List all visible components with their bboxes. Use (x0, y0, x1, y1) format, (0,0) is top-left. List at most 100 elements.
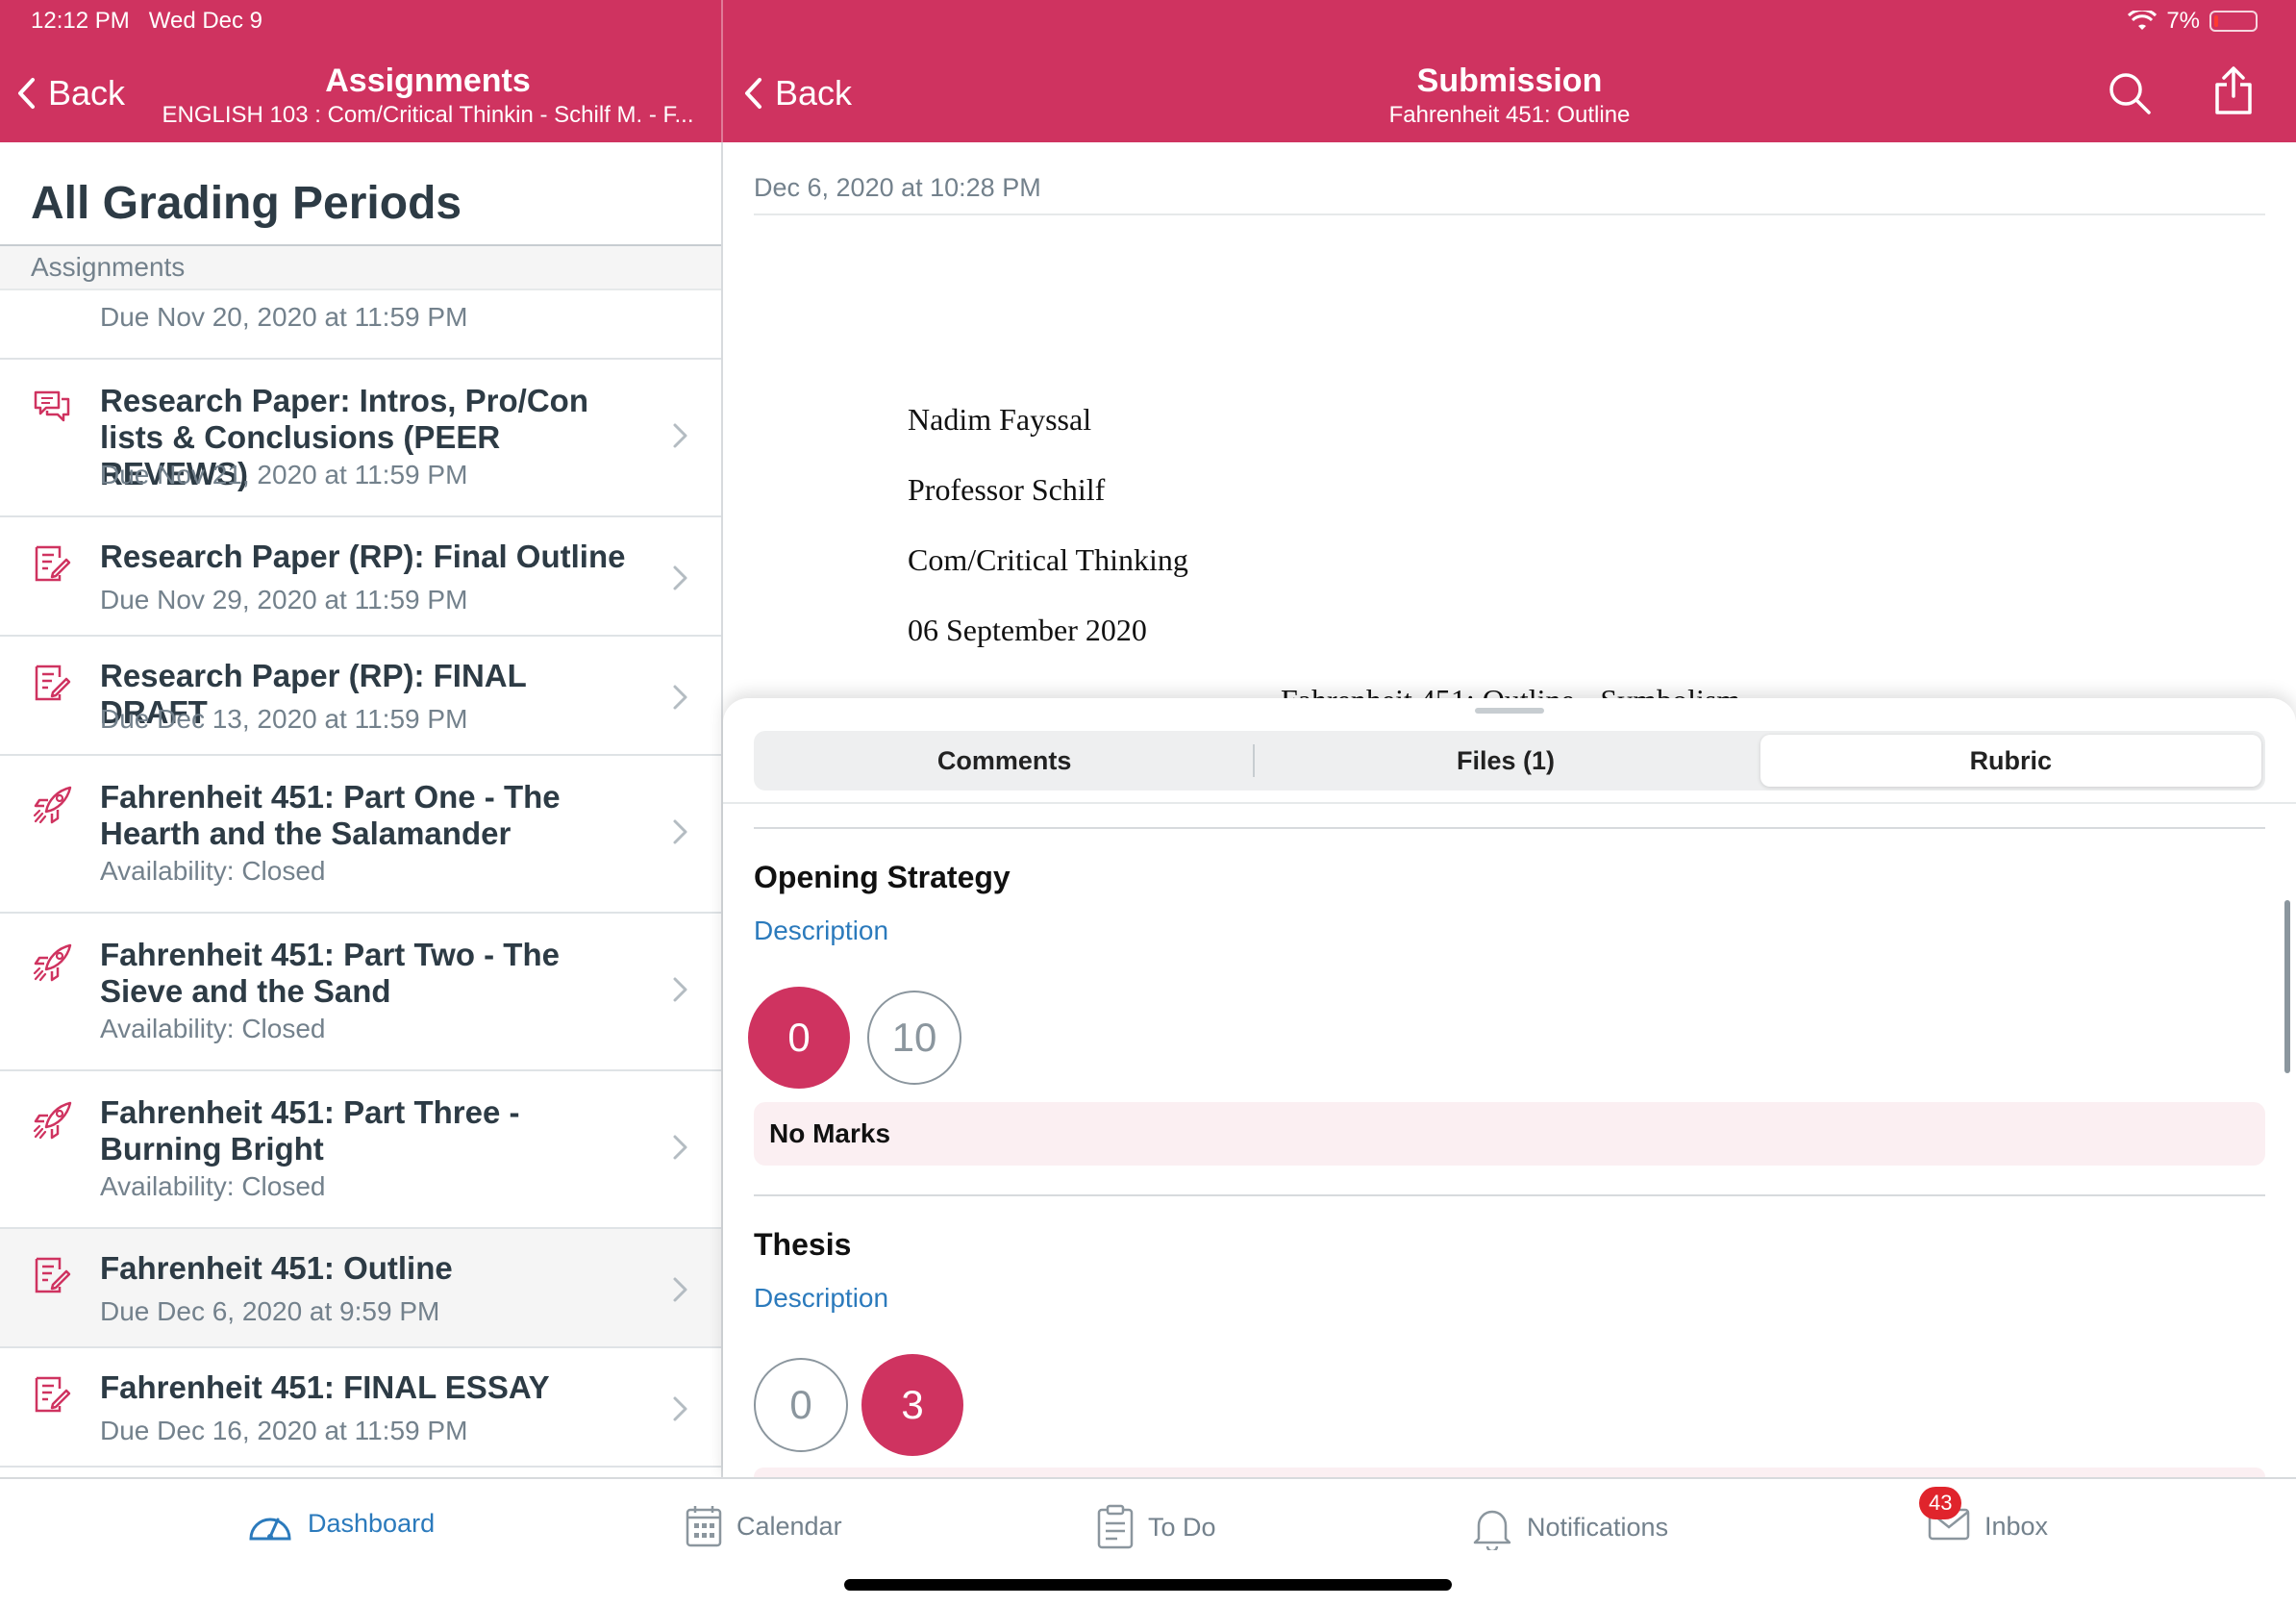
row-subtitle: Due Dec 13, 2020 at 11:59 PM (100, 704, 468, 734)
rating-10[interactable]: 10 (867, 991, 961, 1085)
home-indicator[interactable] (844, 1579, 1452, 1591)
tab-label: Inbox (1984, 1512, 2049, 1541)
chevron-right-icon (671, 564, 690, 592)
chevron-right-icon (671, 1133, 690, 1162)
tab-label: Dashboard (308, 1508, 436, 1538)
tab-todo[interactable]: To Do (1096, 1504, 1216, 1550)
unread-badge: 43 (1919, 1487, 1962, 1519)
bell-icon (1473, 1510, 1511, 1550)
submission-nav-title: Submission Fahrenheit 451: Outline (1221, 62, 1798, 131)
drawer-divider (723, 802, 2296, 804)
row-subtitle: Due Nov 20, 2020 at 11:59 PM (100, 302, 468, 332)
left-nav-title: Assignments ENGLISH 103 : Com/Critical T… (144, 62, 711, 131)
assignment-icon (33, 1256, 71, 1294)
quiz-rocket-icon (33, 1100, 72, 1140)
row-subtitle: Availability: Closed (100, 856, 326, 886)
rating-0[interactable]: 0 (748, 987, 850, 1089)
battery-icon (2209, 11, 2258, 32)
quiz-rocket-icon (33, 942, 72, 982)
clock: 12:12 PM (31, 8, 130, 34)
row-subtitle: Due Nov 29, 2020 at 11:59 PM (100, 585, 468, 615)
battery-percent: 7% (2166, 8, 2200, 34)
rating-0[interactable]: 0 (754, 1358, 848, 1452)
tab-label: Files (1) (1456, 746, 1555, 775)
section-header: Assignments (0, 244, 721, 290)
dashboard-icon (249, 1518, 291, 1541)
todo-icon (1097, 1504, 1134, 1549)
quiz-rocket-icon (33, 785, 72, 824)
doc-line-professor: Professor Schilf (908, 472, 1106, 507)
search-button[interactable] (2108, 71, 2152, 120)
left-back-button[interactable]: Back (15, 73, 125, 113)
course-subtitle: ENGLISH 103 : Com/Critical Thinkin - Sch… (162, 102, 694, 128)
grading-period-heading: All Grading Periods (31, 178, 462, 229)
rating-3[interactable]: 3 (861, 1354, 963, 1456)
tab-files[interactable]: Files (1) (1255, 731, 1756, 790)
date-divider (754, 213, 2265, 215)
submission-subtitle: Fahrenheit 451: Outline (1388, 102, 1631, 128)
row-title: Fahrenheit 451: Outline (100, 1250, 453, 1286)
assignment-icon (33, 664, 71, 702)
row-subtitle: Due Dec 6, 2020 at 9:59 PM (100, 1296, 440, 1326)
tab-label: Notifications (1527, 1512, 1669, 1542)
chevron-left-icon (18, 78, 35, 109)
chevron-right-icon (671, 1275, 690, 1304)
submission-drawer: Comments Files (1) Rubric Opening Strate… (723, 698, 2296, 1479)
criterion-title: Opening Strategy (754, 860, 1011, 894)
assignment-icon (33, 544, 71, 583)
assignment-list: Due Nov 20, 2020 at 11:59 PM Research Pa… (0, 290, 721, 1468)
assignment-row[interactable]: Fahrenheit 451: Part Three - Burning Bri… (0, 1071, 721, 1229)
chevron-left-icon (745, 78, 761, 109)
right-back-button[interactable]: Back (742, 73, 852, 113)
tab-rubric[interactable]: Rubric (1759, 735, 2261, 787)
criterion-description-link[interactable]: Description (754, 1283, 888, 1314)
status-time: 12:12 PM Wed Dec 9 (31, 8, 262, 35)
criterion-divider (754, 827, 2265, 829)
doc-line-date: 06 September 2020 (908, 613, 1147, 647)
tab-comments[interactable]: Comments (754, 731, 1256, 790)
row-subtitle: Due Nov 21, 2020 at 11:59 PM (100, 460, 468, 489)
tab-label: Comments (936, 746, 1072, 775)
tab-dashboard[interactable]: Dashboard (246, 1504, 435, 1543)
assignment-icon (33, 1375, 71, 1414)
chevron-right-icon (671, 817, 690, 846)
row-title: Fahrenheit 451: FINAL ESSAY (100, 1369, 550, 1405)
discussion-icon (33, 389, 71, 427)
tab-inbox[interactable]: 43 Inbox (1919, 1487, 2049, 1549)
tab-notifications[interactable]: Notifications (1471, 1504, 1668, 1550)
assignment-row[interactable]: Fahrenheit 451: Part Two - The Sieve and… (0, 914, 721, 1071)
row-subtitle: Availability: Closed (100, 1014, 326, 1043)
row-subtitle: Availability: Closed (100, 1171, 326, 1201)
assignment-row[interactable]: Research Paper (RP): Final Outline Due No… (0, 517, 721, 637)
assignment-row[interactable]: Fahrenheit 451: Part One - The Hearth an… (0, 756, 721, 914)
drawer-segmented-control: Comments Files (1) Rubric (754, 731, 2265, 790)
assignment-row[interactable]: Fahrenheit 451: Outline Due Dec 6, 2020 a… (0, 1229, 721, 1348)
criterion-description-link[interactable]: Description (754, 916, 888, 946)
row-title: Fahrenheit 451: Part Two - The Sieve and… (100, 937, 560, 1009)
criterion-divider (754, 1194, 2265, 1196)
calendar-icon (686, 1506, 722, 1547)
submission-date: Dec 6, 2020 at 10:28 PM (754, 173, 1041, 202)
assignment-row-partial[interactable]: Due Nov 20, 2020 at 11:59 PM (0, 290, 721, 360)
drawer-grabber[interactable] (1475, 708, 1544, 714)
assignment-row[interactable]: Research Paper: Intros, Pro/Con lists & … (0, 360, 721, 517)
status-indicators: 7% (2128, 8, 2258, 35)
wifi-icon (2128, 11, 2158, 30)
assignment-row[interactable]: Fahrenheit 451: FINAL ESSAY Due Dec 16, 2… (0, 1348, 721, 1468)
search-icon (2109, 73, 2151, 114)
doc-line-name: Nadim Fayssal (908, 402, 1092, 437)
split-divider (721, 0, 723, 142)
rating-note: No Marks (754, 1102, 2265, 1166)
doc-line-course: Com/Critical Thinking (908, 542, 1188, 577)
scroll-indicator[interactable] (2284, 900, 2290, 1073)
date: Wed Dec 9 (148, 8, 263, 34)
share-button[interactable] (2213, 65, 2254, 120)
row-title: Research Paper (RP): Final Outline (100, 539, 626, 574)
tab-label: To Do (1148, 1512, 1216, 1542)
submission-title: Submission (1416, 63, 1603, 99)
row-title: Fahrenheit 451: Part Three - Burning Bri… (100, 1094, 520, 1167)
row-subtitle: Due Dec 16, 2020 at 11:59 PM (100, 1416, 468, 1445)
assignment-row[interactable]: Research Paper (RP): FINAL DRAFT Due Dec … (0, 637, 721, 756)
tab-calendar[interactable]: Calendar (685, 1504, 842, 1548)
chevron-right-icon (671, 1394, 690, 1423)
